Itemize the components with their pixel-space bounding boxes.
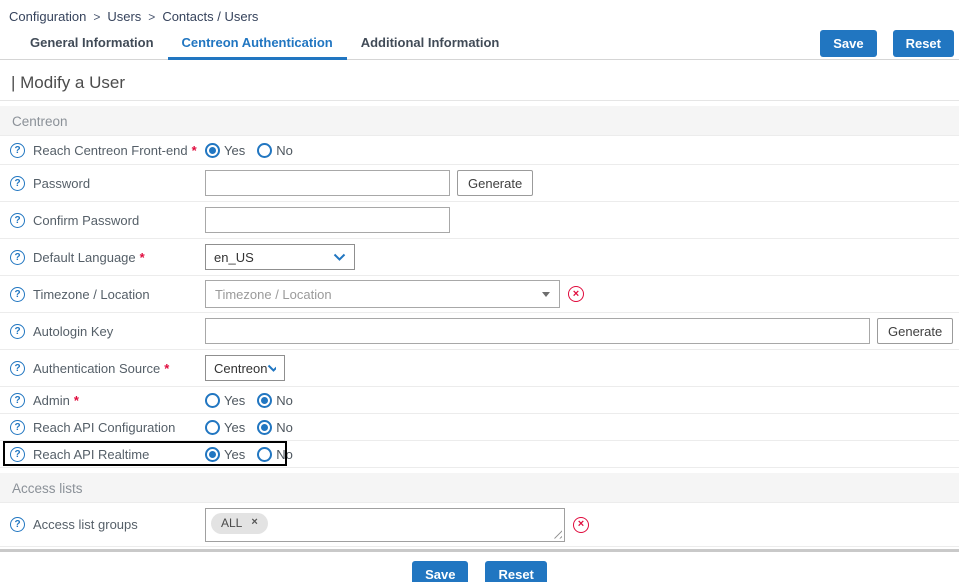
authentication-source-select[interactable]: Centreon [205,355,285,381]
form-row-access-list-groups: ? Access list groups ALL × × [0,503,959,547]
generate-autologin-button[interactable]: Generate [877,318,953,344]
form-row-admin: ? Admin * Yes No [0,387,959,414]
breadcrumb-separator: > [148,10,155,24]
tab-centreon-authentication[interactable]: Centreon Authentication [168,29,347,60]
radio-no-label: No [276,143,293,158]
breadcrumb-item-configuration[interactable]: Configuration [9,9,86,24]
page-title: | Modify a User [0,60,959,101]
field-label: Reach Centreon Front-end [33,143,188,158]
form-row-auth-source: ? Authentication Source * Centreon [0,350,959,387]
breadcrumb-item-users[interactable]: Users [107,9,141,24]
radio-no-label: No [276,393,293,408]
radio-no[interactable] [257,393,272,408]
required-marker: * [192,143,197,158]
radio-yes-label: Yes [224,447,245,462]
chevron-down-icon [267,364,276,373]
field-label: Timezone / Location [33,287,150,302]
radio-no[interactable] [257,447,272,462]
field-label: Access list groups [33,517,138,532]
help-icon[interactable]: ? [10,324,25,339]
help-icon[interactable]: ? [10,287,25,302]
tab-additional-information[interactable]: Additional Information [347,29,514,60]
timezone-placeholder: Timezone / Location [215,287,332,302]
help-icon[interactable]: ? [10,420,25,435]
radio-yes[interactable] [205,393,220,408]
selected-tag: ALL × [211,513,268,534]
help-icon[interactable]: ? [10,143,25,158]
resize-handle[interactable] [552,529,562,539]
form-row-confirm-password: ? Confirm Password [0,202,959,239]
form-row-password: ? Password Generate [0,165,959,202]
radio-no-label: No [276,447,293,462]
form-row-autologin-key: ? Autologin Key Generate [0,313,959,350]
radio-yes[interactable] [205,143,220,158]
radio-no-label: No [276,420,293,435]
save-button-top[interactable]: Save [820,30,876,57]
required-marker: * [140,250,145,265]
required-marker: * [74,393,79,408]
reset-button-top[interactable]: Reset [893,30,954,57]
radio-yes[interactable] [205,447,220,462]
field-label: Reach API Realtime [33,447,149,462]
chevron-down-icon [333,253,346,262]
help-icon[interactable]: ? [10,393,25,408]
field-label: Password [33,176,90,191]
breadcrumb-separator: > [93,10,100,24]
remove-tag-icon[interactable]: × [251,517,257,528]
field-label: Autologin Key [33,324,113,339]
radio-yes-label: Yes [224,393,245,408]
help-icon[interactable]: ? [10,361,25,376]
default-language-select[interactable]: en_US [205,244,355,270]
radio-yes[interactable] [205,420,220,435]
required-marker: * [164,361,169,376]
radio-no[interactable] [257,420,272,435]
tag-label: ALL [221,516,242,530]
field-label: Default Language [33,250,136,265]
tab-general-information[interactable]: General Information [16,29,168,60]
selected-value: en_US [214,250,254,265]
breadcrumb-item-contacts-users[interactable]: Contacts / Users [162,9,258,24]
generate-password-button[interactable]: Generate [457,170,533,196]
help-icon[interactable]: ? [10,250,25,265]
clear-timezone-icon[interactable]: × [568,286,584,302]
help-icon[interactable]: ? [10,213,25,228]
section-header-centreon: Centreon [0,106,959,136]
reset-button-bottom[interactable]: Reset [485,561,546,582]
form-row-reach-api-configuration: ? Reach API Configuration Yes No [0,414,959,441]
help-icon[interactable]: ? [10,517,25,532]
help-icon[interactable]: ? [10,447,25,462]
footer-actions: Save Reset [0,552,959,582]
access-list-groups-input[interactable]: ALL × [205,508,565,542]
form-row-default-language: ? Default Language * en_US [0,239,959,276]
radio-no[interactable] [257,143,272,158]
field-label: Reach API Configuration [33,420,175,435]
dropdown-arrow-icon [542,292,550,297]
section-header-access-lists: Access lists [0,473,959,503]
confirm-password-input[interactable] [205,207,450,233]
form-row-reach-frontend: ? Reach Centreon Front-end * Yes No [0,136,959,165]
help-icon[interactable]: ? [10,176,25,191]
form-row-reach-api-realtime: ? Reach API Realtime Yes No [0,441,959,468]
tab-bar: General Information Centreon Authenticat… [0,29,959,60]
field-label: Confirm Password [33,213,139,228]
clear-access-groups-icon[interactable]: × [573,517,589,533]
radio-yes-label: Yes [224,143,245,158]
selected-value: Centreon [214,361,267,376]
form-row-timezone: ? Timezone / Location Timezone / Locatio… [0,276,959,313]
save-button-bottom[interactable]: Save [412,561,468,582]
password-input[interactable] [205,170,450,196]
radio-yes-label: Yes [224,420,245,435]
autologin-key-input[interactable] [205,318,870,344]
field-label: Admin [33,393,70,408]
page: Configuration > Users > Contacts / Users Gen… [0,0,959,582]
field-label: Authentication Source [33,361,160,376]
timezone-select[interactable]: Timezone / Location [205,280,560,308]
header-actions: Save Reset [820,30,954,57]
breadcrumb: Configuration > Users > Contacts / Users [0,0,959,29]
